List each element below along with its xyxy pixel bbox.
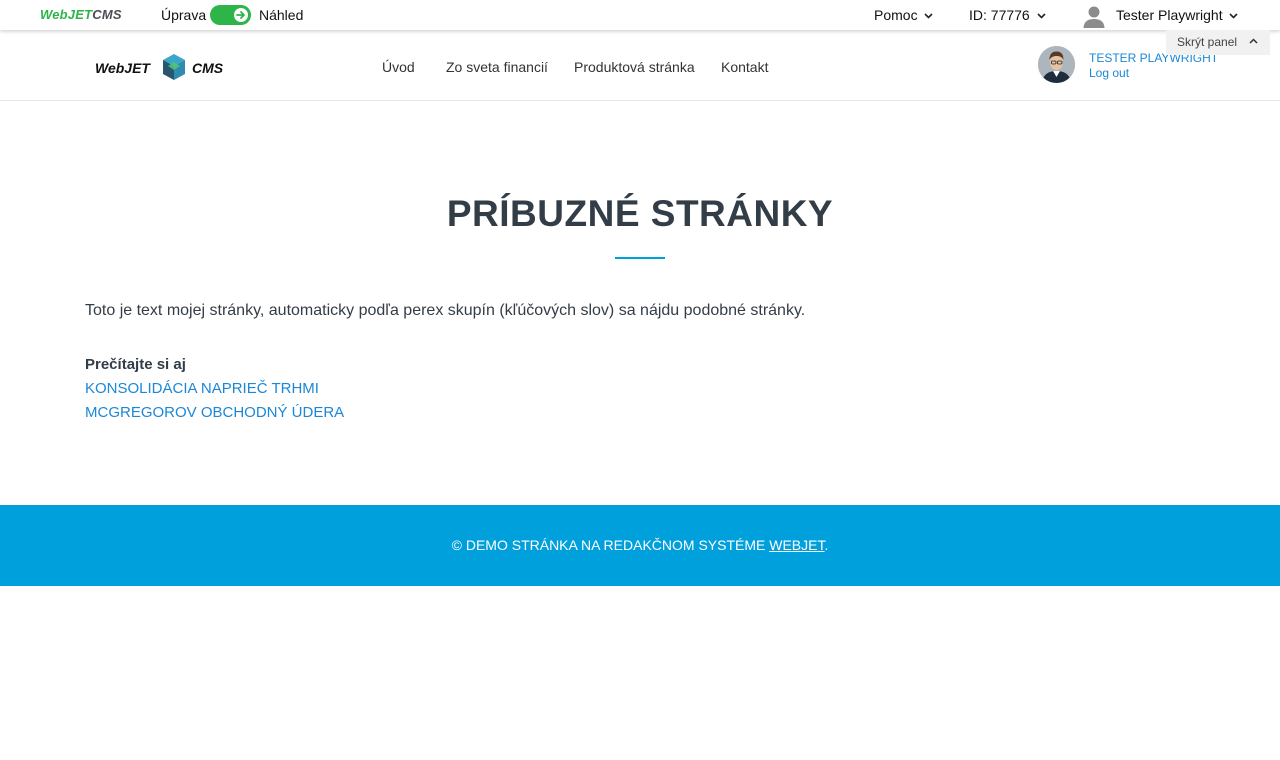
hide-panel-button[interactable]: Skrýt panel bbox=[1166, 30, 1270, 55]
nav-item-financie[interactable]: Zo sveta financií bbox=[446, 59, 548, 75]
chevron-down-icon bbox=[924, 13, 934, 19]
related-heading: Prečítajte si aj bbox=[85, 356, 186, 373]
footer-text-end: . bbox=[824, 537, 829, 553]
nav-item-produkt[interactable]: Produktová stránka bbox=[574, 59, 695, 75]
footer-text: © DEMO STRÁNKA NA REDAKČNOM SYSTÉME bbox=[451, 537, 770, 553]
user-menu[interactable]: Tester Playwright bbox=[1116, 7, 1239, 23]
user-icon[interactable] bbox=[1082, 4, 1106, 28]
footer-webjet-link[interactable]: WEBJET bbox=[769, 537, 824, 553]
user-menu-label: Tester Playwright bbox=[1116, 7, 1223, 23]
help-menu[interactable]: Pomoc bbox=[874, 7, 934, 23]
chevron-down-icon bbox=[1037, 13, 1046, 19]
chevron-down-icon bbox=[1229, 13, 1239, 19]
admin-logo-part1: WebJET bbox=[40, 7, 93, 22]
page-title: PRÍBUZNÉ STRÁNKY bbox=[446, 193, 834, 234]
preview-mode-label: Náhled bbox=[259, 7, 304, 23]
arrow-right-icon bbox=[236, 11, 245, 19]
admin-logo-part2: CMS bbox=[92, 7, 122, 22]
hide-panel-label: Skrýt panel bbox=[1177, 35, 1238, 49]
cube-logo-icon bbox=[163, 54, 185, 80]
user-photo-icon bbox=[1038, 46, 1075, 83]
admin-toolbar: WebJETCMS Úprava Náhled Pomoc ID: 77776 … bbox=[0, 0, 1280, 30]
intro-text: Toto je text mojej stránky, automaticky … bbox=[85, 302, 806, 319]
site-logo-word1: WebJET bbox=[95, 60, 150, 76]
page-id-label: ID: 77776 bbox=[969, 7, 1030, 23]
logout-link[interactable]: Log out bbox=[1089, 66, 1129, 80]
page-id-menu[interactable]: ID: 77776 bbox=[969, 7, 1046, 23]
chevron-up-icon bbox=[1249, 38, 1258, 44]
related-link-konsolidacia[interactable]: KONSOLIDÁCIA NAPRIEČ TRHMI bbox=[85, 379, 319, 399]
preview-mode-toggle[interactable] bbox=[210, 5, 251, 25]
title-divider bbox=[615, 257, 665, 259]
site-logo-word2: CMS bbox=[192, 60, 224, 76]
help-menu-label: Pomoc bbox=[874, 7, 918, 23]
toggle-knob bbox=[234, 8, 248, 22]
admin-logo[interactable]: WebJETCMS bbox=[40, 7, 122, 23]
nav-item-uvod[interactable]: Úvod bbox=[382, 59, 415, 75]
site-header: WebJET CMS Úvod Zo sveta financií Produk… bbox=[0, 30, 1280, 101]
avatar[interactable] bbox=[1038, 46, 1075, 83]
nav-item-kontakt[interactable]: Kontakt bbox=[721, 59, 768, 75]
related-link-mcgregorov[interactable]: MCGREGOROV OBCHODNÝ ÚDERA bbox=[85, 403, 344, 423]
edit-mode-label: Úprava bbox=[161, 7, 207, 23]
site-footer: © DEMO STRÁNKA NA REDAKČNOM SYSTÉME WEBJ… bbox=[0, 505, 1280, 586]
